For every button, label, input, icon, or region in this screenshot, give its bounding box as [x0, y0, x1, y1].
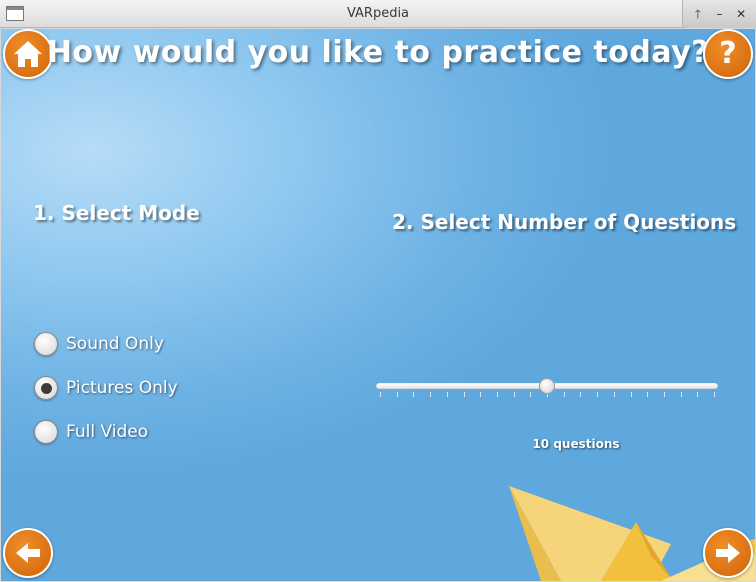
- slider-thumb[interactable]: [539, 378, 555, 394]
- select-questions-heading: 2. Select Number of Questions: [392, 210, 737, 234]
- practice-setup-screen: How would you like to practice today? ? …: [1, 29, 755, 581]
- slider-tick: [380, 392, 381, 397]
- slider-tick: [413, 392, 415, 397]
- question-count-value: 10 questions: [532, 437, 620, 451]
- mode-option-pictures-only[interactable]: Pictures Only: [34, 376, 178, 400]
- arrow-right-icon: [716, 543, 740, 563]
- page-title: How would you like to practice today?: [46, 35, 710, 70]
- radio-label: Full Video: [66, 422, 149, 442]
- radio-label: Sound Only: [66, 334, 164, 354]
- help-icon: ?: [719, 36, 737, 71]
- next-button[interactable]: [703, 528, 753, 578]
- slider-tick: [513, 392, 515, 397]
- back-button[interactable]: [3, 528, 53, 578]
- slider-tick: [480, 392, 482, 397]
- slider-tick: [597, 392, 599, 397]
- slider-tick: [446, 392, 448, 397]
- slider-tick: [496, 392, 498, 397]
- window-titlebar: VARpedia 🡑 – ✕: [0, 0, 756, 28]
- help-button[interactable]: ?: [703, 29, 753, 79]
- arrow-left-icon: [16, 543, 40, 563]
- slider-tick: [430, 392, 432, 397]
- slider-tick: [630, 392, 632, 397]
- slider-tick: [714, 392, 715, 397]
- slider-tick: [396, 392, 398, 397]
- mode-option-full-video[interactable]: Full Video: [34, 420, 148, 444]
- radio-dot: [40, 382, 52, 394]
- radio-pictures-only[interactable]: [34, 376, 58, 400]
- slider-tick: [697, 392, 699, 397]
- slider-tick: [663, 392, 665, 397]
- slider-tick: [647, 392, 649, 397]
- close-button[interactable]: ✕: [731, 0, 751, 28]
- radio-label: Pictures Only: [66, 378, 178, 398]
- slider-tick: [580, 392, 582, 397]
- minimize-button[interactable]: –: [709, 0, 729, 28]
- window-title: VARpedia: [346, 6, 410, 21]
- maximize-button[interactable]: 🡑: [688, 0, 708, 28]
- radio-sound-only[interactable]: [34, 332, 58, 356]
- slider-tick: [680, 392, 682, 397]
- slider-tick: [530, 392, 532, 397]
- slider-tick: [463, 392, 465, 397]
- slider-tick: [563, 392, 565, 397]
- select-mode-heading: 1. Select Mode: [33, 201, 200, 225]
- question-count-slider[interactable]: [376, 376, 718, 402]
- window-controls: 🡑 – ✕: [682, 0, 756, 28]
- mode-option-sound-only[interactable]: Sound Only: [34, 332, 164, 356]
- radio-full-video[interactable]: [34, 420, 58, 444]
- slider-tick: [613, 392, 615, 397]
